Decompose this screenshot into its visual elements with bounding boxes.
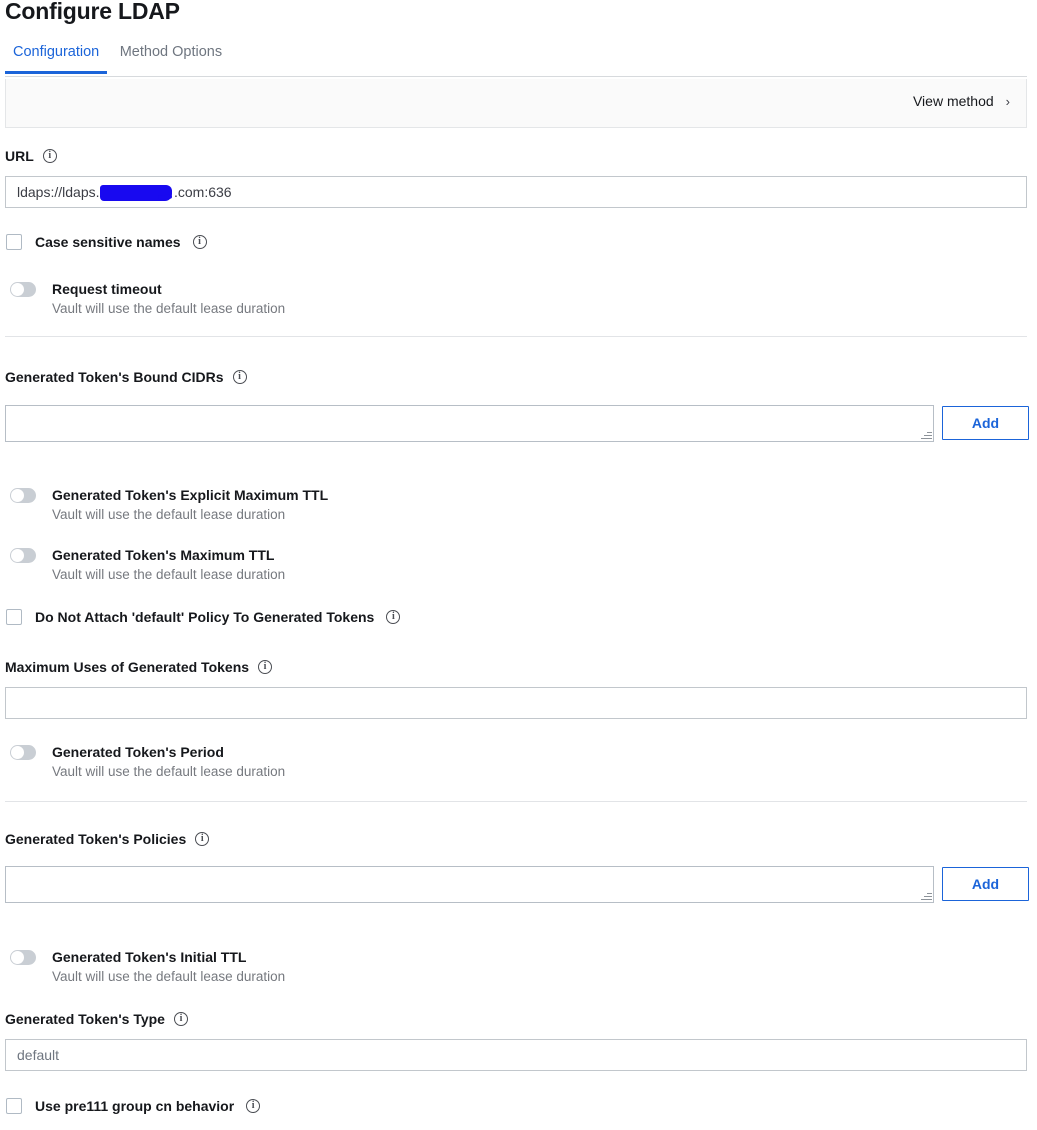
- section-divider: [5, 336, 1027, 337]
- page-title: Configure LDAP: [5, 0, 180, 24]
- configure-ldap-page: Configure LDAP Configuration Method Opti…: [0, 0, 1037, 1130]
- case-sensitive-names-checkbox[interactable]: [6, 234, 22, 250]
- num-uses-label-row: Maximum Uses of Generated Tokens i: [5, 659, 273, 675]
- view-method-link[interactable]: View method ›: [913, 93, 1010, 109]
- tab-configuration[interactable]: Configuration: [5, 44, 108, 74]
- initial-ttl-toggle[interactable]: [10, 949, 36, 965]
- explicit-max-ttl-toggle[interactable]: [10, 487, 36, 503]
- bound-cidrs-textarea[interactable]: [5, 405, 934, 442]
- initial-ttl-row: Generated Token's Initial TTL Vault will…: [10, 949, 285, 984]
- no-default-policy-row[interactable]: Do Not Attach 'default' Policy To Genera…: [6, 609, 401, 625]
- section-divider: [5, 801, 1027, 802]
- policies-label: Generated Token's Policies: [5, 831, 187, 847]
- policies-textarea[interactable]: [5, 866, 934, 903]
- pre111-group-cn-checkbox[interactable]: [6, 1098, 22, 1114]
- redaction-mark: [100, 185, 172, 201]
- request-timeout-help: Vault will use the default lease duratio…: [52, 301, 286, 316]
- max-ttl-row: Generated Token's Maximum TTL Vault will…: [10, 547, 285, 582]
- token-type-label-row: Generated Token's Type i: [5, 1011, 188, 1027]
- bound-cidrs-textarea-wrap: [5, 405, 934, 442]
- info-icon[interactable]: i: [258, 660, 273, 674]
- tab-bar: Configuration Method Options: [5, 43, 1027, 77]
- tab-underline-rule: [5, 76, 1027, 77]
- case-sensitive-names-row[interactable]: Case sensitive names i: [6, 234, 207, 250]
- policies-label-row: Generated Token's Policies i: [5, 831, 210, 847]
- url-value-tail: .com:636: [174, 184, 232, 200]
- policies-add-button[interactable]: Add: [942, 867, 1029, 901]
- max-ttl-toggle[interactable]: [10, 547, 36, 563]
- case-sensitive-names-label: Case sensitive names: [35, 234, 181, 250]
- explicit-max-ttl-help: Vault will use the default lease duratio…: [52, 507, 286, 522]
- bound-cidrs-label: Generated Token's Bound CIDRs: [5, 369, 224, 385]
- info-icon[interactable]: i: [246, 1099, 261, 1113]
- request-timeout-row: Request timeout Vault will use the defau…: [10, 281, 285, 316]
- bound-cidrs-add-button[interactable]: Add: [942, 406, 1029, 440]
- period-row: Generated Token's Period Vault will use …: [10, 744, 285, 779]
- num-uses-label: Maximum Uses of Generated Tokens: [5, 659, 250, 675]
- tab-method-options[interactable]: Method Options: [112, 44, 230, 71]
- period-help: Vault will use the default lease duratio…: [52, 764, 286, 779]
- num-uses-input[interactable]: [5, 687, 1027, 719]
- info-icon[interactable]: i: [173, 1012, 188, 1026]
- token-type-label: Generated Token's Type: [5, 1011, 165, 1027]
- info-icon[interactable]: i: [232, 370, 247, 384]
- request-timeout-label: Request timeout: [52, 281, 162, 297]
- policies-textarea-wrap: [5, 866, 934, 903]
- pre111-group-cn-label: Use pre111 group cn behavior: [35, 1098, 235, 1114]
- pre111-group-cn-row[interactable]: Use pre111 group cn behavior i: [6, 1098, 261, 1114]
- info-icon[interactable]: i: [386, 610, 401, 624]
- no-default-policy-label: Do Not Attach 'default' Policy To Genera…: [35, 609, 375, 625]
- url-label: URL: [5, 148, 34, 164]
- info-icon[interactable]: i: [192, 235, 207, 249]
- explicit-max-ttl-row: Generated Token's Explicit Maximum TTL V…: [10, 487, 328, 522]
- url-label-row: URL i: [5, 148, 57, 164]
- info-icon[interactable]: i: [42, 149, 57, 163]
- explicit-max-ttl-label: Generated Token's Explicit Maximum TTL: [52, 487, 329, 503]
- toolbar: View method ›: [5, 79, 1027, 128]
- info-icon[interactable]: i: [195, 832, 210, 846]
- bound-cidrs-label-row: Generated Token's Bound CIDRs i: [5, 369, 247, 385]
- view-method-label: View method: [912, 93, 994, 109]
- no-default-policy-checkbox[interactable]: [6, 609, 22, 625]
- max-ttl-label: Generated Token's Maximum TTL: [52, 547, 275, 563]
- period-toggle[interactable]: [10, 744, 36, 760]
- max-ttl-help: Vault will use the default lease duratio…: [52, 567, 286, 582]
- period-label: Generated Token's Period: [52, 744, 224, 760]
- initial-ttl-label: Generated Token's Initial TTL: [52, 949, 247, 965]
- chevron-right-icon: ›: [1005, 93, 1010, 109]
- initial-ttl-help: Vault will use the default lease duratio…: [52, 969, 286, 984]
- token-type-input[interactable]: [5, 1039, 1027, 1071]
- request-timeout-toggle[interactable]: [10, 281, 36, 297]
